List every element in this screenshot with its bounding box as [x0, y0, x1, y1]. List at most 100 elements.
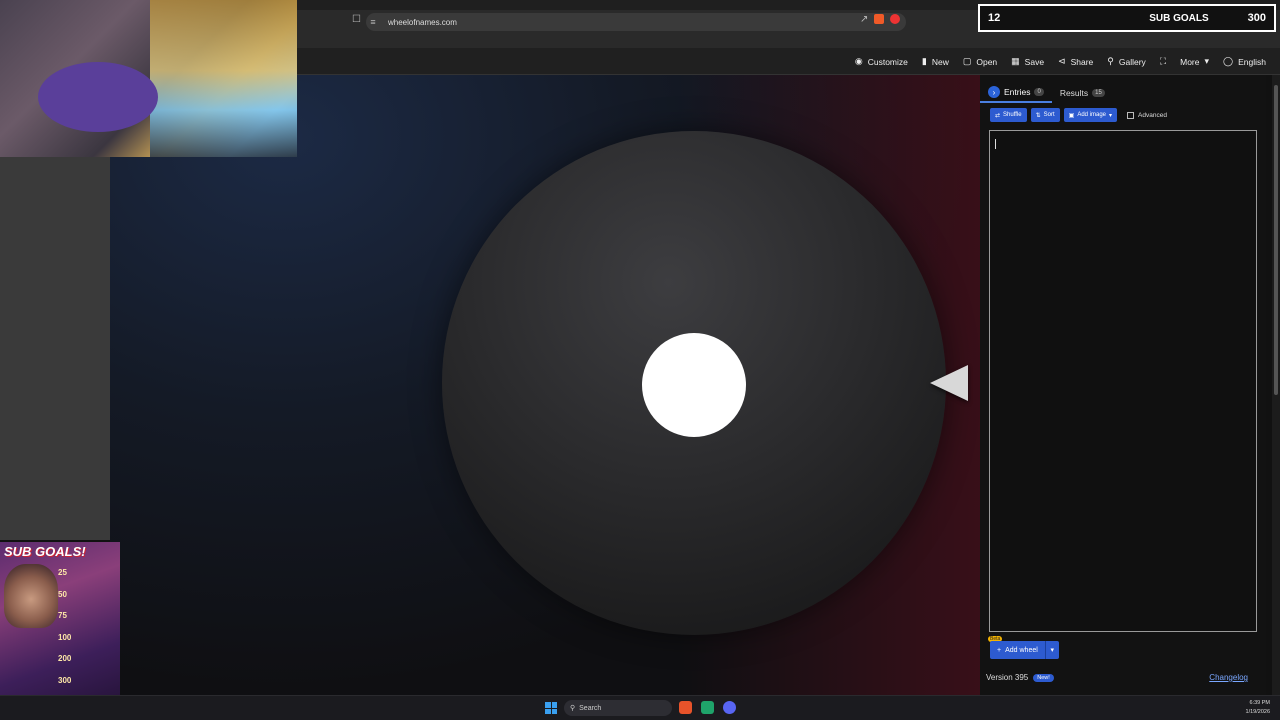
customize-button[interactable]: ◉ Customize: [855, 56, 908, 67]
folder-open-icon: ▢: [962, 56, 972, 66]
plus-icon: +: [997, 646, 1002, 654]
subgoal-title: SUB GOALS: [1149, 12, 1209, 24]
tab-entries-label: Entries: [1004, 87, 1031, 97]
open-label: Open: [976, 56, 998, 67]
os-taskbar: ⚲ Search 6:39 PM 1/19/2026: [0, 695, 1280, 720]
clock-date: 1/19/2026: [1245, 709, 1270, 715]
webcam-background: [150, 0, 297, 157]
subgoal-banner: 12 SUB GOALS 300: [978, 4, 1276, 32]
brave-shield-icon[interactable]: [874, 14, 885, 24]
add-wheel-label: Add wheel: [1005, 646, 1038, 654]
version-text: Version 395: [986, 673, 1029, 682]
share-icon: ⊲: [1058, 56, 1066, 66]
add-wheel-dropdown[interactable]: ▾: [1044, 641, 1059, 659]
new-label: New: [931, 56, 949, 67]
poster-goal-list: 25 50 75 100 200 300: [58, 562, 118, 691]
webcam-person: [38, 62, 158, 132]
poster-goal-item: 75: [58, 611, 67, 621]
chevron-down-icon: ▾: [1109, 112, 1113, 119]
notification-icon[interactable]: [890, 14, 901, 24]
tab-results-label: Results: [1059, 88, 1089, 98]
taskbar-search[interactable]: ⚲ Search: [564, 700, 672, 716]
subgoal-target: 300: [1247, 12, 1266, 24]
poster-goal-item: 300: [58, 675, 72, 685]
globe-icon: ◯: [1223, 56, 1234, 66]
add-image-button[interactable]: ▣ Add image ▾: [1063, 108, 1118, 122]
sort-button[interactable]: ⇅ Sort: [1030, 108, 1060, 122]
shuffle-label: Shuffle: [1003, 112, 1022, 118]
wheel-pointer-icon: [930, 365, 968, 401]
screen: ☐ ≡ wheelofnames.com ↗ ◉ Customize ▮ New…: [0, 0, 1280, 720]
shuffle-button[interactable]: ⇄ Shuffle: [990, 108, 1027, 122]
share-page-icon[interactable]: ↗: [860, 14, 868, 25]
new-button[interactable]: ▮ New: [922, 56, 949, 67]
open-button[interactable]: ▢ Open: [963, 56, 997, 67]
chevron-down-icon: ▾: [1050, 647, 1055, 654]
entries-textarea[interactable]: [989, 130, 1257, 632]
taskbar-search-label: Search: [579, 704, 602, 712]
bookmark-icon[interactable]: ☐: [352, 14, 361, 25]
share-label: Share: [1070, 56, 1094, 67]
add-image-label: Add image: [1077, 112, 1107, 118]
add-wheel-button[interactable]: + Add wheel: [990, 641, 1045, 659]
sort-label: Sort: [1043, 112, 1055, 118]
save-label: Save: [1024, 56, 1045, 67]
discord-icon[interactable]: [723, 701, 736, 714]
search-icon: ⚲: [1107, 56, 1114, 66]
site-info-icon[interactable]: ≡: [366, 17, 380, 27]
tab-entries[interactable]: › Entries 0: [980, 83, 1052, 103]
entries-count-badge: 0: [1034, 88, 1044, 96]
language-label: English: [1238, 56, 1266, 67]
chevron-right-icon[interactable]: ›: [988, 86, 1000, 98]
system-clock[interactable]: 6:39 PM 1/19/2026: [1246, 699, 1270, 717]
image-icon: ▣: [1068, 112, 1075, 119]
toolbar-items: ◉ Customize ▮ New ▢ Open ▦ Save ⊲ Share …: [855, 48, 1266, 75]
scroll-thumb[interactable]: [1274, 85, 1278, 395]
results-count-badge: 15: [1092, 89, 1105, 97]
wheel-canvas: [110, 75, 980, 695]
page-scrollbar[interactable]: [1272, 75, 1280, 695]
fullscreen-icon: ⛶: [1159, 56, 1167, 66]
sort-icon: ⇅: [1035, 112, 1041, 119]
url-text: wheelofnames.com: [388, 17, 457, 27]
poster-goal-item: 100: [58, 632, 72, 642]
advanced-checkbox[interactable]: [1127, 111, 1135, 119]
more-label: More: [1180, 56, 1200, 67]
chevron-down-icon: ▾: [1204, 56, 1210, 66]
text-cursor: [995, 139, 996, 149]
fullscreen-button[interactable]: ⛶: [1160, 56, 1166, 67]
advanced-toggle[interactable]: Advanced: [1127, 111, 1167, 119]
poster-goal-item: 25: [58, 568, 67, 578]
tab-results[interactable]: Results 15: [1052, 83, 1113, 103]
windows-start-icon[interactable]: [545, 702, 557, 714]
address-actions: ↗: [860, 14, 901, 25]
save-icon: ▦: [1011, 56, 1020, 66]
language-button[interactable]: ◯ English: [1223, 56, 1266, 67]
webcam-overlay: [0, 0, 297, 157]
brave-browser-icon[interactable]: [679, 701, 692, 714]
poster-portrait: [4, 564, 58, 628]
new-badge: New!: [1033, 673, 1054, 682]
entries-panel: › Entries 0 Results 15 ⇄ Shuffle ⇅ Sort …: [980, 75, 1266, 695]
panel-tabs: › Entries 0 Results 15: [980, 83, 1266, 103]
share-button[interactable]: ⊲ Share: [1058, 56, 1093, 67]
palette-icon: ◉: [854, 56, 863, 66]
changelog-link[interactable]: Changelog: [1209, 673, 1248, 682]
poster-goal-item: 50: [58, 589, 67, 599]
entries-actions: ⇄ Shuffle ⇅ Sort ▣ Add image ▾ Advanced: [990, 108, 1167, 122]
wheel-center-hub[interactable]: [642, 333, 746, 437]
add-wheel-split-button: + Add wheel ▾: [990, 641, 1059, 659]
save-button[interactable]: ▦ Save: [1011, 56, 1044, 67]
address-bar[interactable]: ≡ wheelofnames.com: [366, 13, 906, 31]
version-info: Version 395 New!: [986, 673, 1054, 682]
gallery-button[interactable]: ⚲ Gallery: [1107, 56, 1146, 67]
file-icon: ▮: [921, 56, 927, 66]
poster-goal-item: 200: [58, 654, 72, 664]
left-gutter: [0, 157, 110, 540]
poster-title: SUB GOALS!: [4, 544, 86, 559]
app-green-icon[interactable]: [701, 701, 714, 714]
shuffle-icon: ⇄: [995, 112, 1001, 119]
more-button[interactable]: More ▾: [1180, 56, 1209, 67]
subgoal-count: 12: [988, 12, 1001, 24]
subgoals-poster: SUB GOALS! 25 50 75 100 200 300: [0, 542, 120, 720]
